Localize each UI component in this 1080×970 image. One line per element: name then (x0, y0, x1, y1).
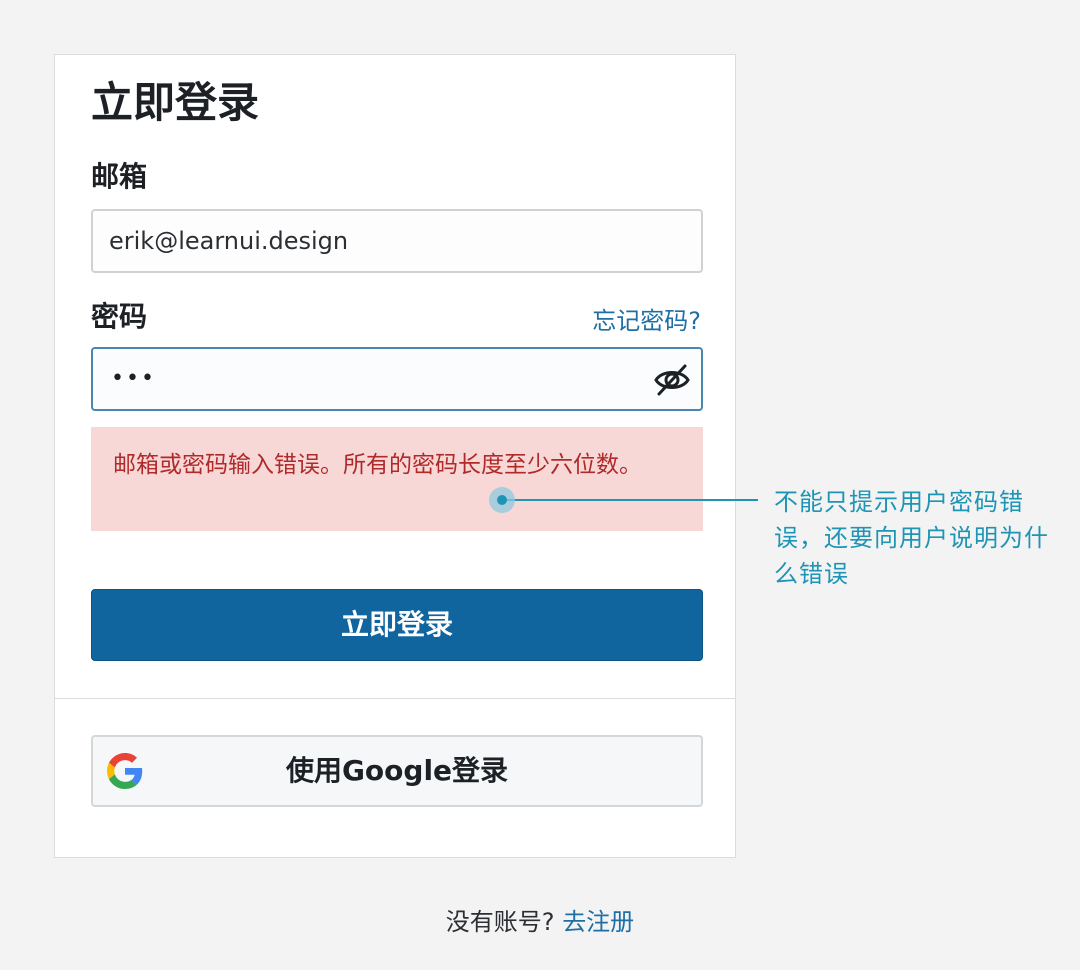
signup-prompt: 没有账号? 去注册 (0, 904, 1080, 940)
email-value: erik@learnui.design (109, 227, 349, 255)
email-field[interactable]: erik@learnui.design (91, 209, 703, 273)
annotation-note: 不能只提示用户密码错误，还要向用户说明为什么错误 (774, 488, 1049, 588)
forgot-password-link[interactable]: 忘记密码? (592, 305, 701, 337)
page-title: 立即登录 (91, 78, 260, 127)
google-login-button[interactable]: 使用Google登录 (91, 735, 703, 807)
divider (55, 698, 735, 699)
login-submit-button[interactable]: 立即登录 (91, 589, 703, 661)
login-card: 立即登录 邮箱 erik@learnui.design 密码 忘记密码? •••… (54, 54, 736, 858)
password-label: 密码 (91, 300, 148, 333)
eye-off-icon[interactable] (653, 361, 691, 399)
error-message-box: 邮箱或密码输入错误。所有的密码长度至少六位数。 (91, 427, 703, 531)
signup-prompt-text: 没有账号? (445, 908, 555, 936)
google-login-label: 使用Google登录 (285, 754, 509, 787)
password-masked-value: ••• (111, 366, 156, 391)
register-link[interactable]: 去注册 (562, 908, 634, 936)
email-label: 邮箱 (91, 160, 148, 193)
error-message-text: 邮箱或密码输入错误。所有的密码长度至少六位数。 (113, 452, 642, 478)
password-field[interactable]: ••• (91, 347, 703, 411)
